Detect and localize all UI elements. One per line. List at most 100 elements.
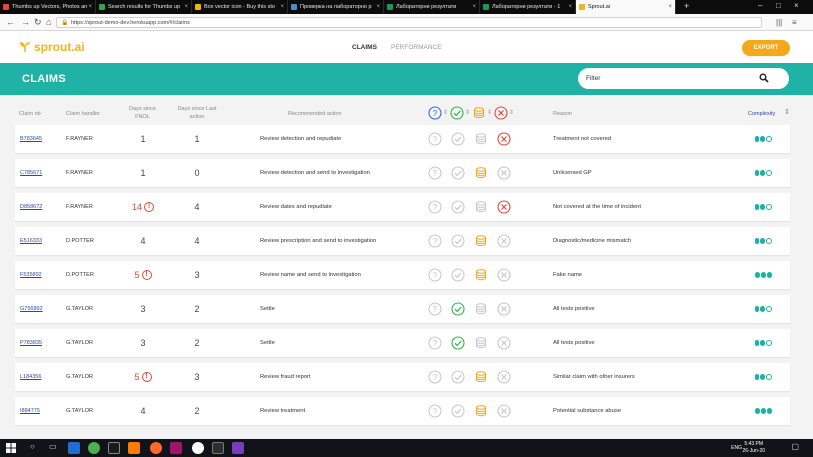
investigate-icon[interactable] — [474, 302, 488, 316]
url-input[interactable]: 🔒 https://sprout-demo-dev.herokuapp.com/… — [56, 17, 762, 28]
close-tab-icon[interactable]: × — [376, 4, 380, 10]
browser-tab[interactable]: Sprout.ai × — [576, 0, 676, 14]
nav-performance[interactable]: PERFORMANCE — [391, 44, 442, 51]
header-reason[interactable]: Reason — [553, 110, 572, 118]
investigate-icon[interactable] — [474, 268, 488, 282]
chrome-alt-icon[interactable] — [192, 442, 204, 454]
app-icon[interactable] — [212, 442, 224, 454]
question-icon[interactable]: ? — [428, 132, 442, 146]
claim-id-link[interactable]: C785671 — [20, 159, 42, 187]
question-icon[interactable]: ? — [428, 370, 442, 384]
filter-input[interactable]: Filter — [578, 68, 789, 89]
store-icon[interactable] — [108, 442, 120, 454]
reject-icon[interactable] — [497, 404, 511, 418]
forward-icon[interactable]: → — [21, 17, 30, 28]
edge-icon[interactable] — [68, 442, 80, 454]
browser-tab[interactable]: Проверка на лабораторно р × — [288, 0, 384, 14]
check-filter-icon[interactable] — [450, 106, 464, 120]
table-row[interactable]: D858672 F.RAYNER 14! 4 Review dates and repu… — [15, 193, 790, 221]
reject-icon[interactable] — [497, 268, 511, 282]
close-tab-icon[interactable]: × — [568, 4, 572, 10]
table-row[interactable]: B783645 F.RAYNER 1 1 Review detection and re… — [15, 125, 790, 153]
table-row[interactable]: L184356 G.TAYLOR 5! 3 Review fraud report? Si… — [15, 363, 790, 391]
firefox-icon[interactable] — [150, 442, 162, 454]
check-icon[interactable] — [451, 234, 465, 248]
header-claim-id[interactable]: Claim nb — [19, 110, 41, 118]
claim-id-link[interactable]: G756892 — [20, 295, 43, 323]
check-icon[interactable] — [451, 302, 465, 316]
reject-filter-icon[interactable] — [494, 106, 508, 120]
question-icon[interactable]: ? — [428, 302, 442, 316]
browser-tab[interactable]: Thumbs up Vectors, Photos an × — [0, 0, 96, 14]
investigate-icon[interactable] — [474, 166, 488, 180]
browser-tab[interactable]: Лабораторни резултати × — [384, 0, 480, 14]
clock[interactable]: 5:43 PM 26-Jun-20 — [742, 441, 765, 455]
close-tab-icon[interactable]: × — [280, 4, 284, 10]
reject-icon[interactable] — [497, 336, 511, 350]
check-icon[interactable] — [451, 370, 465, 384]
table-row[interactable]: E516333 D.POTTER 4 4 Review prescription and… — [15, 227, 790, 255]
header-complexity[interactable]: Complexity — [748, 110, 775, 118]
sort-icon[interactable]: ⇕ — [465, 109, 470, 116]
reject-icon[interactable] — [497, 166, 511, 180]
language-indicator[interactable]: ENG — [731, 445, 742, 451]
logo[interactable]: sprout.ai — [19, 40, 85, 54]
table-row[interactable]: I884775 G.TAYLOR 4 2 Review treatment? Potent… — [15, 397, 790, 425]
claim-id-link[interactable]: L184356 — [20, 363, 41, 391]
windows-start-icon[interactable] — [6, 443, 16, 453]
library-icon[interactable]: ||| — [776, 17, 782, 28]
header-days-last-action[interactable]: Days since Last action — [173, 105, 221, 121]
investigate-icon[interactable] — [474, 404, 488, 418]
nav-claims[interactable]: CLAIMS — [352, 44, 377, 51]
close-tab-icon[interactable]: × — [184, 4, 188, 10]
investigate-icon[interactable] — [474, 132, 488, 146]
header-claim-handler[interactable]: Claim handler — [66, 110, 100, 118]
browser-tab[interactable]: Box vector icon - Buy this sto × — [192, 0, 288, 14]
claim-id-link[interactable]: E516333 — [20, 227, 42, 255]
indesign-icon[interactable] — [170, 442, 182, 454]
sort-icon[interactable]: ⇕ — [443, 109, 448, 116]
reject-icon[interactable] — [497, 302, 511, 316]
question-icon[interactable]: ? — [428, 336, 442, 350]
search-icon[interactable]: ○ — [30, 442, 35, 451]
check-icon[interactable] — [451, 166, 465, 180]
sort-icon[interactable]: ⇕ — [487, 109, 492, 116]
reject-icon[interactable] — [497, 132, 511, 146]
browser-tab[interactable]: Лабораторни резултати - 1 × — [480, 0, 576, 14]
sort-icon[interactable]: ⇕ — [509, 109, 514, 116]
close-tab-icon[interactable]: × — [472, 4, 476, 10]
reject-icon[interactable] — [497, 200, 511, 214]
investigate-icon[interactable] — [474, 200, 488, 214]
question-icon[interactable]: ? — [428, 200, 442, 214]
table-row[interactable]: C785671 F.RAYNER 1 0 Review detection and se… — [15, 159, 790, 187]
browser-tab[interactable]: Search results for Thumbs up × — [96, 0, 192, 14]
menu-icon[interactable]: ≡ — [792, 17, 797, 28]
close-tab-icon[interactable]: × — [668, 4, 672, 10]
claim-id-link[interactable]: D858672 — [20, 193, 42, 221]
investigate-icon[interactable] — [474, 336, 488, 350]
question-icon[interactable]: ? — [428, 234, 442, 248]
check-icon[interactable] — [451, 336, 465, 350]
reload-icon[interactable]: ↻ — [34, 17, 42, 28]
header-recommended-action[interactable]: Recommended action — [288, 110, 342, 118]
export-button[interactable]: EXPORT — [742, 40, 790, 56]
table-row[interactable]: G756892 G.TAYLOR 3 2 Settle? All tests positi… — [15, 295, 790, 323]
home-icon[interactable]: ⌂ — [46, 17, 51, 28]
search-icon[interactable] — [759, 73, 769, 83]
chrome-icon[interactable] — [88, 442, 100, 454]
maximize-icon[interactable]: □ — [776, 1, 781, 10]
check-icon[interactable] — [451, 404, 465, 418]
reject-icon[interactable] — [497, 370, 511, 384]
complexity-sort-icon[interactable]: ⇕ — [784, 109, 790, 117]
task-view-icon[interactable]: ▭ — [49, 442, 57, 451]
investigate-icon[interactable] — [474, 370, 488, 384]
notification-icon[interactable]: ▢ — [791, 442, 799, 451]
question-icon[interactable]: ? — [428, 166, 442, 180]
new-tab-icon[interactable]: + — [684, 1, 689, 11]
minimize-icon[interactable]: – — [758, 1, 762, 10]
check-icon[interactable] — [451, 200, 465, 214]
stack-filter-icon[interactable] — [472, 106, 486, 120]
illustrator-icon[interactable] — [128, 442, 140, 454]
question-icon[interactable]: ? — [428, 404, 442, 418]
investigate-icon[interactable] — [474, 234, 488, 248]
